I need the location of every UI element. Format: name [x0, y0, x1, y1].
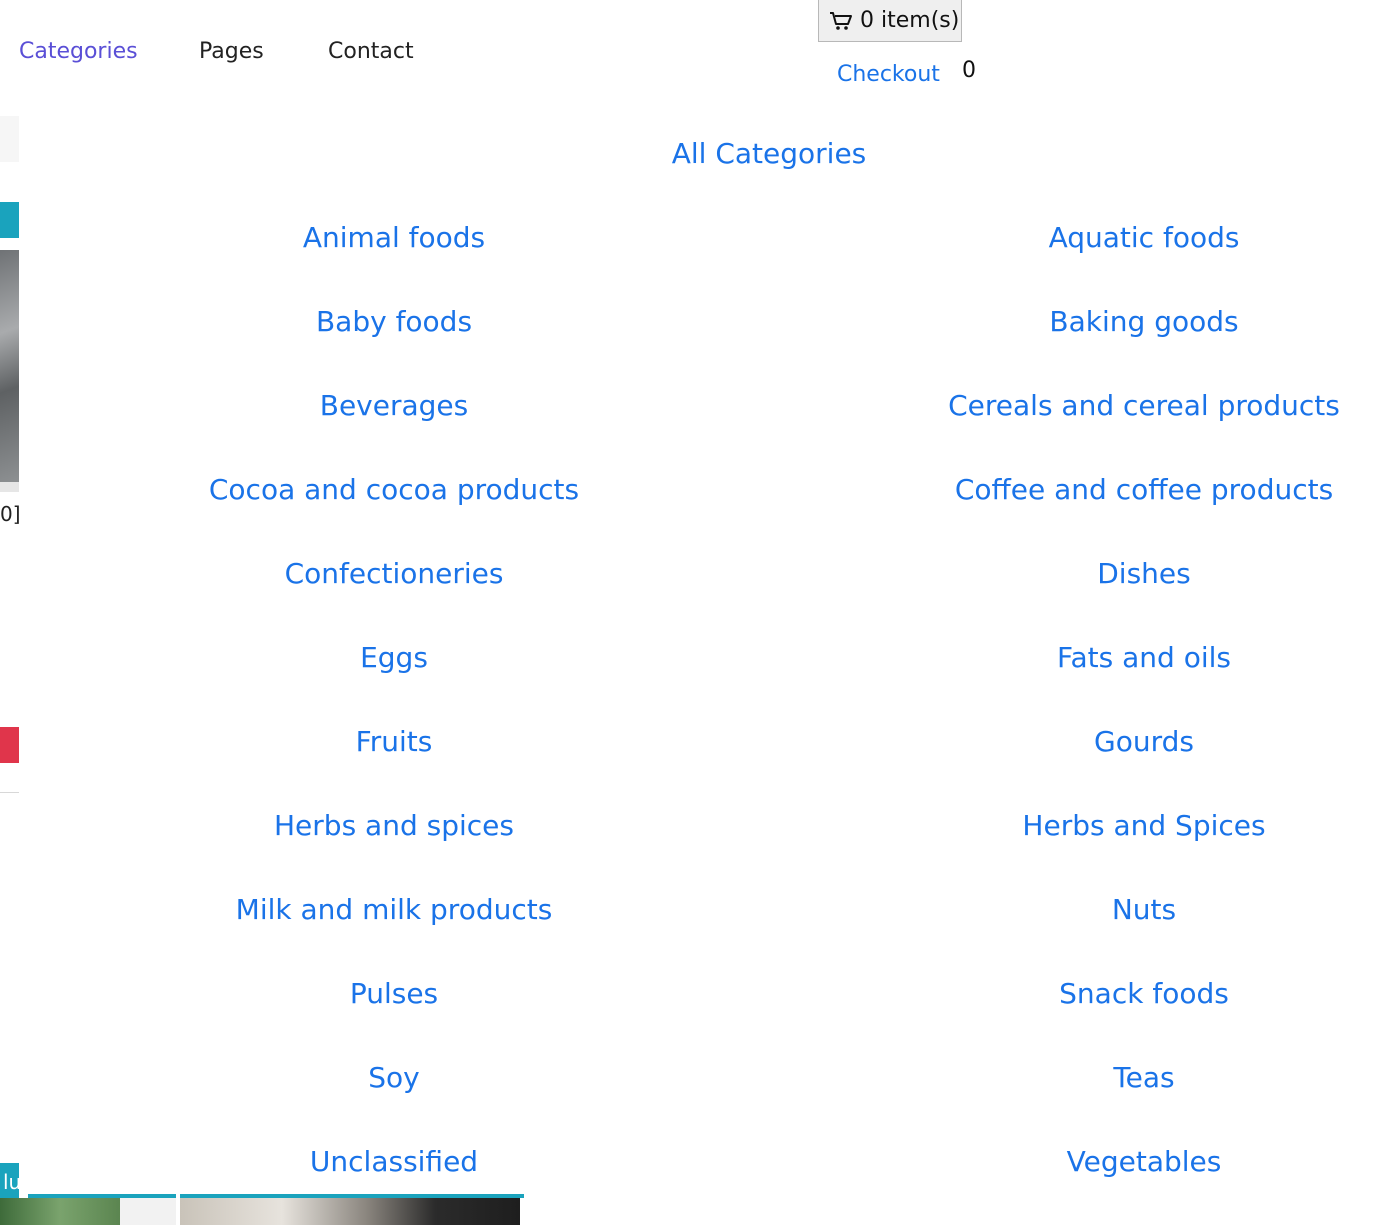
- all-categories-link[interactable]: All Categories: [0, 136, 1388, 172]
- background-teal-bar: [0, 202, 19, 238]
- category-link[interactable]: Soy: [19, 1060, 769, 1096]
- background-product-image: [180, 1198, 520, 1225]
- checkout-link[interactable]: Checkout: [837, 60, 940, 90]
- background-divider: [0, 792, 19, 793]
- background-red-button: [0, 727, 19, 763]
- category-link[interactable]: Herbs and spices: [19, 808, 769, 844]
- background-image-border: [0, 482, 19, 492]
- checkout-count: 0: [962, 58, 976, 83]
- category-link[interactable]: Baking goods: [769, 304, 1388, 340]
- category-link[interactable]: Aquatic foods: [769, 220, 1388, 256]
- background-product-image: [0, 1198, 120, 1225]
- category-link[interactable]: Beverages: [19, 388, 769, 424]
- category-link[interactable]: Gourds: [769, 724, 1388, 760]
- category-link[interactable]: Cereals and cereal products: [769, 388, 1388, 424]
- cart-button[interactable]: 0 item(s): [818, 0, 962, 42]
- category-link[interactable]: Teas: [769, 1060, 1388, 1096]
- nav-contact[interactable]: Contact: [328, 36, 414, 68]
- background-product-image: [120, 1198, 176, 1225]
- category-link[interactable]: Snack foods: [769, 976, 1388, 1012]
- category-link[interactable]: Dishes: [769, 556, 1388, 592]
- category-link[interactable]: Fruits: [19, 724, 769, 760]
- category-link[interactable]: Pulses: [19, 976, 769, 1012]
- nav-categories[interactable]: Categories: [19, 36, 138, 68]
- category-link[interactable]: Cocoa and cocoa products: [19, 472, 769, 508]
- nav-pages[interactable]: Pages: [199, 36, 264, 68]
- category-link[interactable]: Herbs and Spices: [769, 808, 1388, 844]
- background-fragment-text: 0]: [0, 502, 21, 526]
- category-link[interactable]: Coffee and coffee products: [769, 472, 1388, 508]
- category-link[interactable]: Vegetables: [769, 1144, 1388, 1180]
- category-link[interactable]: Confectioneries: [19, 556, 769, 592]
- background-product-image: [0, 250, 19, 482]
- category-link[interactable]: Unclassified: [19, 1144, 769, 1180]
- cart-count-label: 0 item(s): [860, 8, 960, 33]
- category-link[interactable]: Eggs: [19, 640, 769, 676]
- category-link[interactable]: Baby foods: [19, 304, 769, 340]
- category-link[interactable]: Milk and milk products: [19, 892, 769, 928]
- category-link[interactable]: Nuts: [769, 892, 1388, 928]
- category-link[interactable]: Fats and oils: [769, 640, 1388, 676]
- category-link[interactable]: Animal foods: [19, 220, 769, 256]
- cart-icon: [830, 12, 852, 30]
